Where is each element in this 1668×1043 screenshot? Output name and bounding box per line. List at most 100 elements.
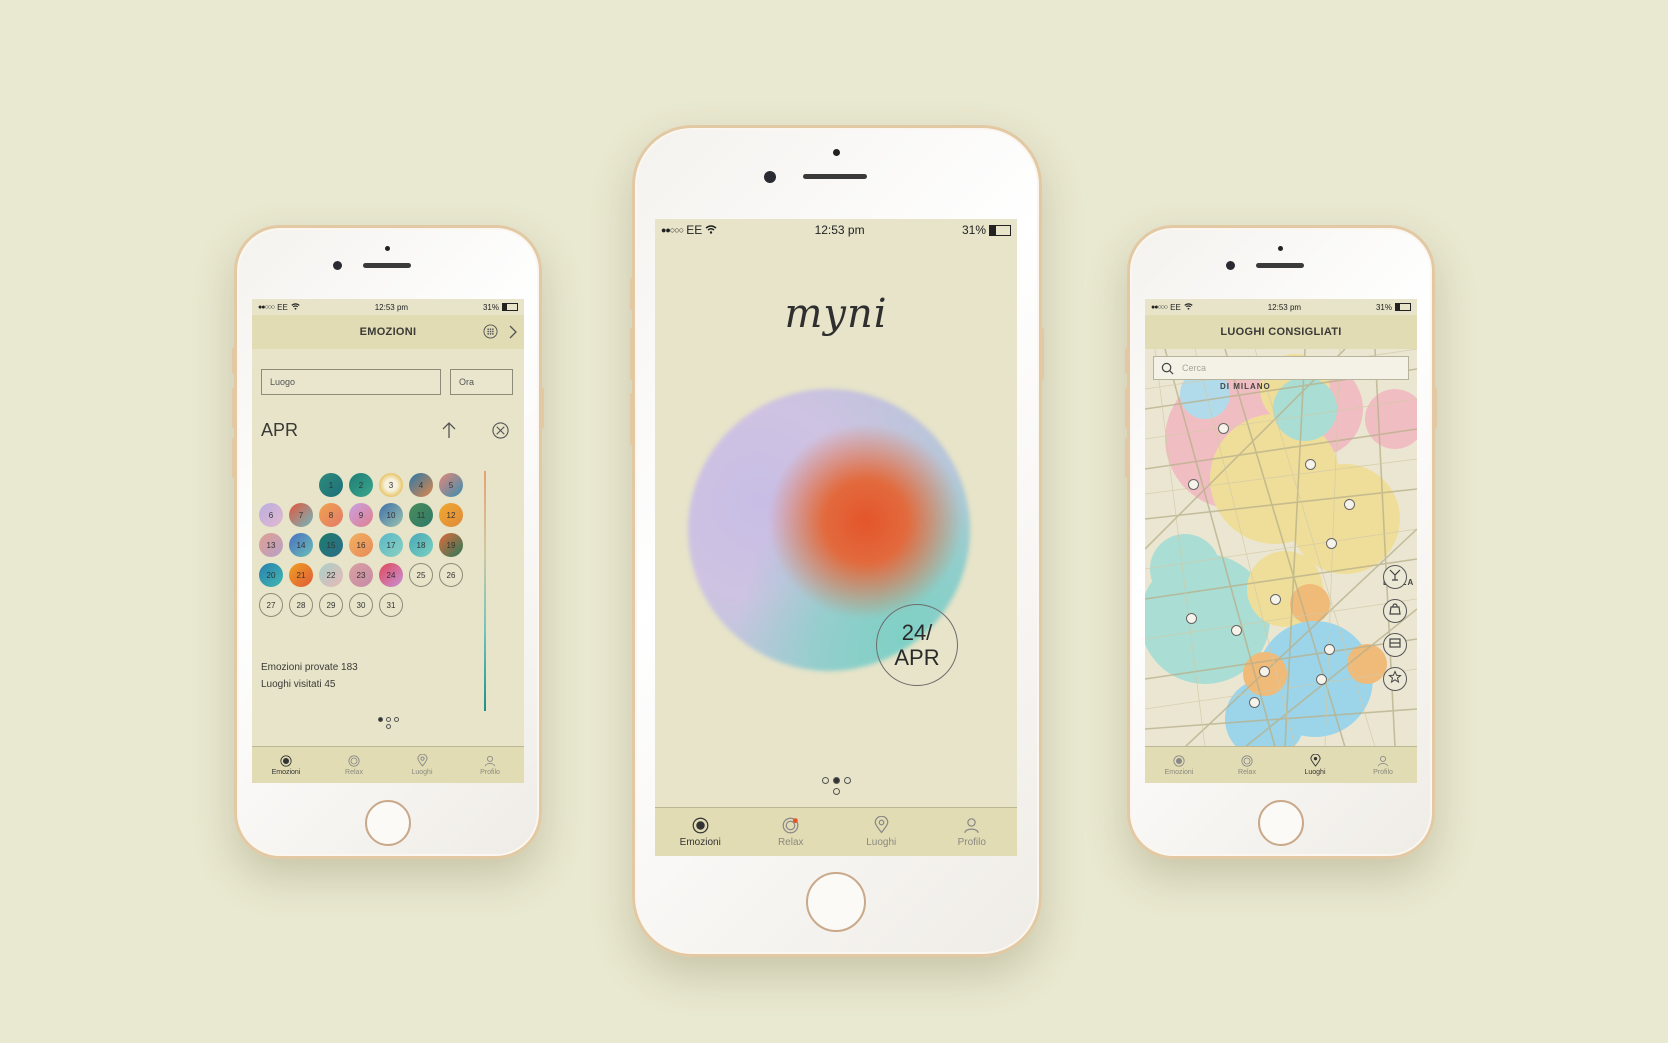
map-area-label: DI MILANO [1220,382,1271,391]
place-pin[interactable] [1218,423,1229,434]
place-pin[interactable] [1231,625,1242,636]
place-pin[interactable] [1188,479,1199,490]
place-pin[interactable] [1186,613,1197,624]
date-badge[interactable]: 24/ APR [876,604,958,686]
search-placeholder: Cerca [1182,363,1207,373]
battery-label: 31% [1375,302,1392,312]
filter-food-button[interactable] [1383,633,1407,657]
tab-places[interactable]: Luoghi [836,808,927,856]
emotions-tab-icon [1173,754,1185,769]
calendar-day[interactable]: 31 [379,593,403,617]
tab-label: Luoghi [411,769,433,776]
place-pin[interactable] [1344,499,1355,510]
power-button [1434,388,1437,428]
location-pin-icon [1309,753,1321,769]
tab-relax[interactable]: Relax [320,747,388,783]
place-pin[interactable] [1270,594,1281,605]
calendar-day[interactable]: 17 [379,533,403,557]
close-circle-icon[interactable] [492,422,509,444]
filter-shopping-button[interactable] [1383,599,1407,623]
tab-profile[interactable]: Profilo [927,808,1018,856]
calendar-day[interactable]: 30 [349,593,373,617]
emotions-tab-icon [280,754,292,769]
page-dot [385,724,391,729]
calendar-day[interactable]: 4 [409,473,433,497]
calendar-day[interactable]: 25 [409,563,433,587]
page-title: LUOGHI CONSIGLIATI [1220,326,1342,338]
tab-places[interactable]: Luoghi [1281,747,1349,783]
earpiece-speaker [803,174,867,179]
calendar-day[interactable]: 6 [259,503,283,527]
tab-relax[interactable]: Relax [1213,747,1281,783]
search-input[interactable]: Cerca [1153,356,1409,380]
tab-label: Emozioni [1164,768,1194,776]
page-dot [832,788,840,795]
calendar-day[interactable]: 3 [379,473,403,497]
arrow-up-icon[interactable] [441,421,457,444]
calendar-day[interactable]: 19 [439,533,463,557]
calendar-day[interactable]: 13 [259,533,283,557]
calendar-day[interactable]: 20 [259,563,283,587]
signal-indicator: ●●○○○ EE [661,223,717,237]
calendar-day[interactable]: 22 [319,563,343,587]
sensor [1278,246,1283,251]
calendar-day[interactable]: 9 [349,503,373,527]
calendar-day[interactable]: 5 [439,473,463,497]
calendar-day[interactable]: 21 [289,563,313,587]
calendar-day[interactable]: 2 [349,473,373,497]
mute-switch [1125,348,1128,374]
wifi-icon [291,302,300,312]
tab-relax[interactable]: Relax [746,808,837,856]
calendar-day[interactable]: 8 [319,503,343,527]
time-field[interactable]: Ora [450,369,513,395]
calendar-day[interactable]: 16 [349,533,373,557]
tab-label: Relax [1238,768,1256,776]
calendar-day[interactable]: 29 [319,593,343,617]
tab-emotions[interactable]: Emozioni [252,747,320,783]
place-pin[interactable] [1316,674,1327,685]
home-button[interactable] [806,872,866,932]
calendar-day[interactable]: 14 [289,533,313,557]
page-dot [385,717,391,722]
place-pin[interactable] [1326,538,1337,549]
calendar-day[interactable]: 1 [319,473,343,497]
calendar-day[interactable]: 15 [319,533,343,557]
filter-favorites-button[interactable] [1383,667,1407,691]
page-indicator [655,777,1017,784]
tab-profile[interactable]: Profilo [456,747,524,783]
place-field[interactable]: Luogo [261,369,441,395]
calendar-day[interactable]: 26 [439,563,463,587]
calendar-day[interactable]: 12 [439,503,463,527]
tab-places[interactable]: Luoghi [388,747,456,783]
relax-tab-icon [1241,754,1253,769]
chevron-right-icon[interactable] [508,325,518,342]
calendar-day[interactable]: 18 [409,533,433,557]
tab-bar: Emozioni Relax Luoghi Profilo [1145,746,1417,783]
emotions-tab-icon [692,817,709,837]
calendar-day[interactable]: 11 [409,503,433,527]
place-pin[interactable] [1324,644,1335,655]
calendar-day[interactable]: 23 [349,563,373,587]
signal-dots-icon: ●●○○○ [258,303,275,311]
page-dot [832,777,840,784]
calendar-day[interactable]: 24 [379,563,403,587]
home-button[interactable] [1258,800,1304,846]
filter-drinks-button[interactable] [1383,565,1407,589]
user-icon [963,817,980,837]
tab-emotions[interactable]: Emozioni [655,808,746,856]
calendar-day[interactable]: 10 [379,503,403,527]
time-placeholder: Ora [459,377,475,387]
calendar-grid-icon[interactable] [483,324,498,342]
calendar-day[interactable]: 7 [289,503,313,527]
place-pin[interactable] [1305,459,1316,470]
place-pin[interactable] [1249,697,1260,708]
tab-profile[interactable]: Profilo [1349,747,1417,783]
phone-right: ●●○○○ EE 12:53 pm 31% LUOGHI CONSIGLIATI [1125,225,1437,859]
tab-emotions[interactable]: Emozioni [1145,747,1213,783]
place-pin[interactable] [1259,666,1270,677]
calendar-day[interactable]: 27 [259,593,283,617]
map-view[interactable]: DI MILANO LAZZA [1145,349,1417,747]
volume-down-button [630,393,633,445]
calendar-day[interactable]: 28 [289,593,313,617]
home-button[interactable] [365,800,411,846]
